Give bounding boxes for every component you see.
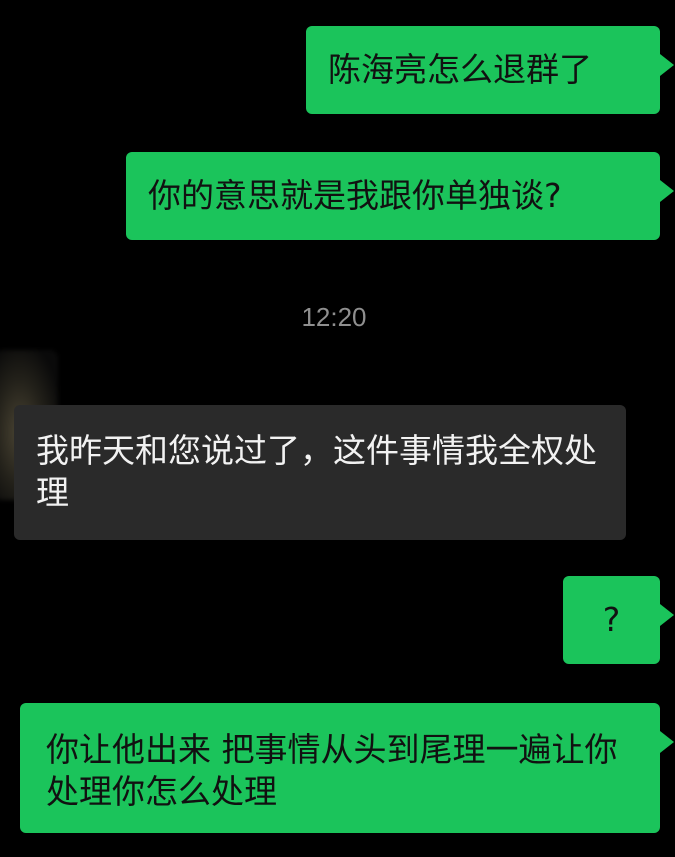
message-bubble-outgoing[interactable]: 你的意思就是我跟你单独谈? — [126, 152, 674, 240]
chat-view: 陈海亮怎么退群了 你的意思就是我跟你单独谈? 12:20 我昨天和您说过了，这件… — [0, 0, 675, 857]
message-bubble-outgoing[interactable]: 陈海亮怎么退群了 — [306, 26, 674, 114]
message-bubble-incoming[interactable]: 我昨天和您说过了，这件事情我全权处理 — [14, 405, 626, 540]
message-bubble-outgoing[interactable]: 你让他出来 把事情从头到尾理一遍让你处理你怎么处理 — [20, 703, 674, 833]
message-bubble-outgoing[interactable]: ? — [563, 576, 674, 664]
message-timestamp: 12:20 — [301, 302, 367, 332]
